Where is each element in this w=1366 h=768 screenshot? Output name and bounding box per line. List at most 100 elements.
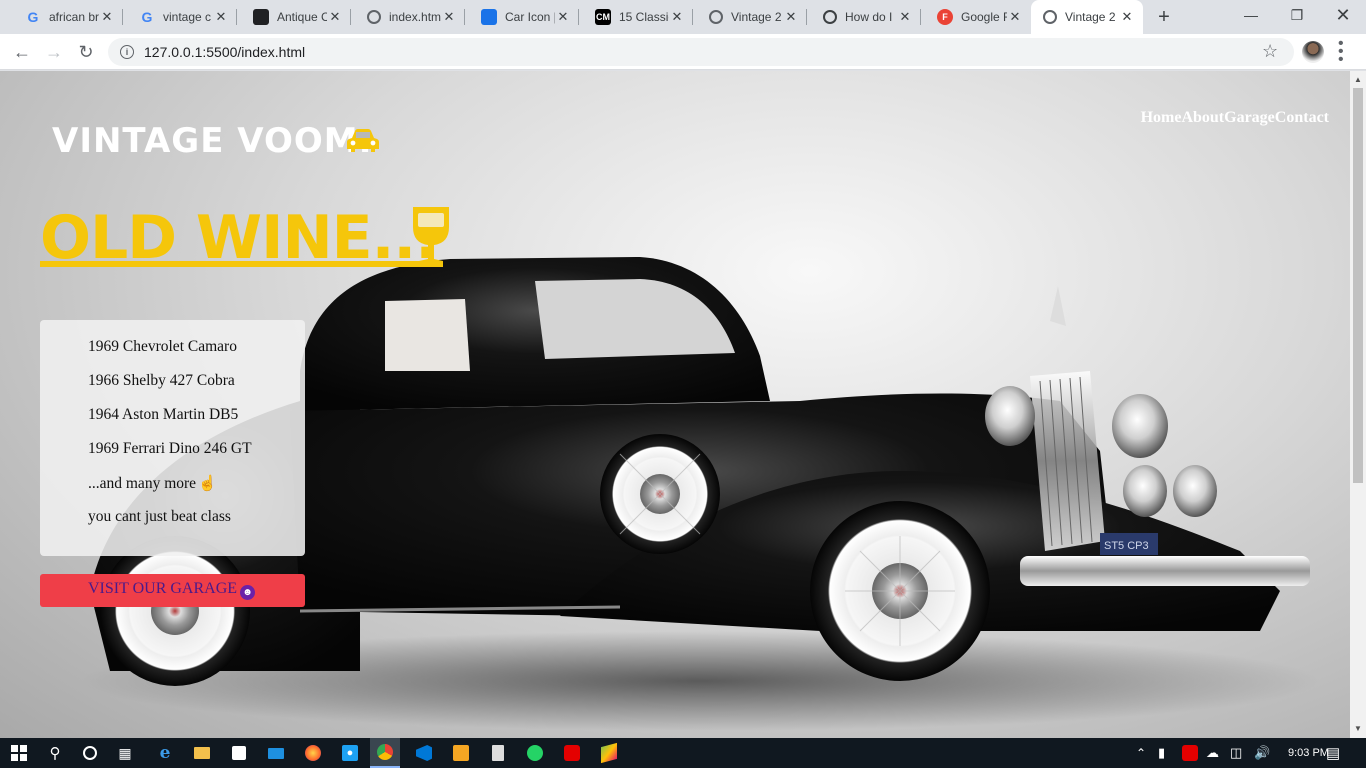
firefox-icon[interactable] (298, 738, 328, 768)
nav-link-home[interactable]: Home (1141, 109, 1182, 127)
windows-start-icon[interactable] (4, 738, 34, 768)
network-icon[interactable]: ◫ (1230, 738, 1242, 768)
quora-icon (823, 10, 837, 24)
hero-heading[interactable]: OLD WINE... (40, 203, 438, 273)
profile-avatar[interactable] (1302, 41, 1324, 63)
task-view-icon[interactable]: ▦ (110, 738, 140, 768)
close-window-icon[interactable]: ✕ (1320, 0, 1366, 30)
tab-close-icon[interactable]: ✕ (441, 9, 457, 25)
browser-tab[interactable]: Vintage 2 ✕ (697, 0, 807, 34)
tab-separator (578, 9, 579, 25)
bluestacks-icon[interactable] (594, 738, 624, 768)
tab-title: Car Icon | (505, 10, 555, 24)
address-bar[interactable]: i 127.0.0.1:5500/index.html (108, 38, 1294, 66)
scrollbar-thumb[interactable] (1353, 88, 1363, 483)
search-icon[interactable]: ⚲ (40, 738, 70, 768)
mail-icon[interactable] (261, 738, 291, 768)
tab-strip: + — ❐ ✕ Gafrican br ✕ Gvintage c ✕ Antique C… (0, 0, 1366, 34)
list-item: 1969 Ferrari Dino 246 GT (88, 440, 252, 457)
volume-icon[interactable]: 🔊 (1254, 738, 1270, 768)
battery-icon[interactable]: ▮ (1158, 738, 1165, 768)
nav-link-contact[interactable]: Contact (1275, 109, 1329, 127)
tab-separator (350, 9, 351, 25)
cm-icon: CM (595, 9, 611, 25)
tab-separator (464, 9, 465, 25)
file-explorer-icon[interactable] (187, 738, 217, 768)
page-scrollbar[interactable]: ▲ ▼ (1350, 71, 1366, 738)
browser-tab[interactable]: Vintage 2 ✕ (1031, 0, 1143, 34)
vscode-icon[interactable] (409, 738, 439, 768)
smile-icon: ☻ (240, 585, 256, 600)
page-viewport: ST5 CP3 VINTAGE VOOM. Home About Garage … (0, 71, 1350, 738)
browser-tab[interactable]: F Google F ✕ (925, 0, 1031, 34)
site-logo[interactable]: VINTAGE VOOM. (52, 121, 373, 161)
tray-chevron-icon[interactable]: ⌃ (1136, 738, 1146, 768)
flag-icon (481, 9, 497, 25)
forward-arrow-icon[interactable]: → (42, 40, 66, 64)
tab-separator (806, 9, 807, 25)
google-icon: G (141, 9, 153, 25)
url-text: 127.0.0.1:5500/index.html (144, 44, 306, 60)
tab-close-icon[interactable]: ✕ (897, 9, 913, 25)
browser-toolbar: ← → ↻ i 127.0.0.1:5500/index.html ☆ • • • (0, 34, 1366, 70)
info-icon[interactable]: i (120, 45, 134, 59)
tagline: you cant just beat class (88, 508, 231, 525)
browser-tab[interactable]: Gafrican br ✕ (13, 0, 123, 34)
tab-separator (920, 9, 921, 25)
tab-close-icon[interactable]: ✕ (669, 9, 685, 25)
list-item: 1964 Aston Martin DB5 (88, 406, 239, 423)
tab-title: Google F (961, 10, 1007, 24)
restore-icon[interactable]: ❐ (1274, 0, 1320, 30)
nav-link-about[interactable]: About (1181, 109, 1224, 127)
tab-close-icon[interactable]: ✕ (99, 9, 115, 25)
car-list-panel: 1969 Chevrolet Camaro 1966 Shelby 427 Co… (40, 320, 305, 556)
nav-link-garage[interactable]: Garage (1224, 109, 1275, 127)
browser-tab[interactable]: Gvintage c ✕ (127, 0, 237, 34)
airtel-tray-icon[interactable] (1182, 738, 1198, 768)
tab-title: How do I (845, 10, 893, 24)
chrome-icon[interactable] (370, 738, 400, 768)
fonts-icon: F (937, 9, 953, 25)
browser-tab[interactable]: CM 15 Classic ✕ (583, 0, 693, 34)
tab-title: Antique C (277, 10, 327, 24)
site-nav: Home About Garage Contact (1141, 109, 1329, 127)
list-item: 1969 Chevrolet Camaro (88, 338, 237, 355)
store-icon[interactable] (224, 738, 254, 768)
hand-pointer-icon: ☝ (198, 476, 217, 492)
menu-kebab-icon[interactable]: • • • (1338, 36, 1344, 68)
tab-close-icon[interactable]: ✕ (213, 9, 229, 25)
calculator-icon[interactable] (483, 738, 513, 768)
tab-close-icon[interactable]: ✕ (1007, 9, 1023, 25)
tab-title: 15 Classic (619, 10, 669, 24)
scroll-up-icon[interactable]: ▲ (1354, 75, 1362, 84)
cloud-icon[interactable]: ☁ (1206, 738, 1219, 768)
tab-close-icon[interactable]: ✕ (327, 9, 343, 25)
back-arrow-icon[interactable]: ← (10, 40, 34, 64)
browser-tab[interactable]: How do I ✕ (811, 0, 921, 34)
clock[interactable]: 9:03 PM (1288, 738, 1329, 768)
tab-close-icon[interactable]: ✕ (555, 9, 571, 25)
tab-separator (122, 9, 123, 25)
notifications-icon[interactable]: ▤ (1326, 738, 1340, 768)
bookmark-star-icon[interactable]: ☆ (1262, 41, 1278, 62)
scroll-down-icon[interactable]: ▼ (1354, 724, 1362, 733)
airtel-icon[interactable] (557, 738, 587, 768)
tab-title: index.htm (389, 10, 441, 24)
whatsapp-icon[interactable] (520, 738, 550, 768)
new-tab-button[interactable]: + (1152, 5, 1176, 29)
browser-tab[interactable]: Car Icon | ✕ (469, 0, 579, 34)
tab-close-icon[interactable]: ✕ (783, 9, 799, 25)
minimize-icon[interactable]: — (1228, 0, 1274, 30)
globe-icon (709, 10, 723, 24)
cortana-icon[interactable] (75, 738, 105, 768)
visit-garage-button[interactable]: VISIT OUR GARAGE ☻ (40, 574, 305, 607)
edge-icon[interactable]: e (150, 738, 180, 768)
browser-tab[interactable]: index.htm ✕ (355, 0, 465, 34)
browser-tab[interactable]: Antique C ✕ (241, 0, 351, 34)
windows-taskbar: ⚲ ▦ e ● ⌃ ▮ ☁ ◫ 🔊 9:03 PM ▤ (0, 738, 1366, 768)
tab-close-icon[interactable]: ✕ (1119, 9, 1135, 25)
reload-icon[interactable]: ↻ (74, 40, 98, 64)
twitter-icon[interactable]: ● (335, 738, 365, 768)
media-player-icon[interactable] (446, 738, 476, 768)
tab-title: african br (49, 10, 99, 24)
